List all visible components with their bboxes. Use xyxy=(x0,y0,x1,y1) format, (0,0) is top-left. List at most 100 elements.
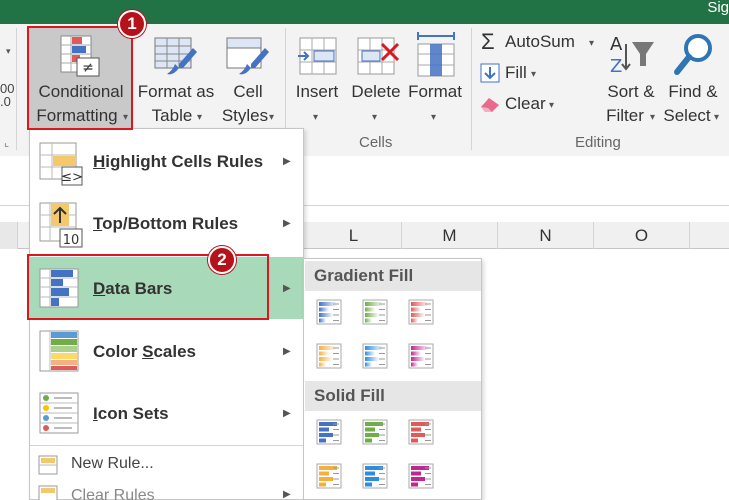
svg-text:≤>: ≤> xyxy=(61,170,83,185)
format-as-table-icon xyxy=(154,37,197,75)
window-title: Sig xyxy=(707,0,729,16)
group-separator xyxy=(16,28,17,150)
chevron-right-icon: ▶ xyxy=(283,156,291,167)
menu-item-icon-sets[interactable]: Icon Sets ▶ xyxy=(30,383,303,445)
menu-divider xyxy=(30,445,303,446)
fill-label: Fill xyxy=(505,63,527,82)
sort-filter-label-2: Filter xyxy=(606,106,644,125)
data-bar-gradient-6-icon[interactable] xyxy=(408,343,434,369)
insert-button[interactable]: Insert ▾ xyxy=(290,28,344,130)
gradient-fill-header: Gradient Fill xyxy=(305,261,481,291)
svg-text:Z: Z xyxy=(610,56,622,77)
menu-item-new-rule[interactable]: New Rule... xyxy=(30,451,303,479)
format-as-table-label-1: Format as xyxy=(137,82,215,101)
data-bar-solid-3-icon[interactable] xyxy=(408,419,434,445)
title-bar: Sig xyxy=(0,0,729,24)
data-bar-solid-4-icon[interactable] xyxy=(316,463,342,489)
magnifier-icon xyxy=(674,34,712,75)
cell-styles-label-1: Cell xyxy=(233,82,263,101)
chevron-down-icon: ▾ xyxy=(650,112,656,123)
menu-item-label: Top/Bottom Rules xyxy=(93,214,239,233)
color-scales-icon xyxy=(39,330,79,372)
number-format-fragment: 00.0 xyxy=(0,81,15,109)
fill-button[interactable]: Fill ▾ xyxy=(479,61,549,87)
delete-label: Delete xyxy=(351,82,401,101)
chevron-right-icon: ▶ xyxy=(283,283,291,294)
chevron-down-icon: ▾ xyxy=(372,112,378,123)
menu-item-label: Color Scales xyxy=(93,342,196,361)
callout-badge-2: 2 xyxy=(208,246,236,274)
format-cells-icon xyxy=(417,32,455,77)
top-bottom-icon: 10 xyxy=(39,202,83,248)
editing-group-label: Editing xyxy=(575,134,621,151)
column-header-o[interactable]: O xyxy=(594,222,690,249)
delete-button[interactable]: Delete ▾ xyxy=(348,28,404,130)
data-bar-gradient-1-icon[interactable] xyxy=(316,299,342,325)
chevron-down-icon: ▾ xyxy=(531,69,537,80)
column-header-m[interactable]: M xyxy=(402,222,498,249)
chevron-down-icon: ▾ xyxy=(549,100,555,111)
delete-cells-icon xyxy=(357,37,400,75)
eraser-icon xyxy=(481,98,499,112)
cell-styles-label-2: Styles xyxy=(221,106,269,125)
chevron-down-icon: ▾ xyxy=(197,112,203,123)
chevron-down-icon: ▾ xyxy=(714,112,720,123)
clear-button[interactable]: Clear ▾ xyxy=(479,92,561,118)
data-bar-solid-2-icon[interactable] xyxy=(362,419,388,445)
chevron-down-icon: ▾ xyxy=(269,112,275,123)
data-bar-gradient-5-icon[interactable] xyxy=(362,343,388,369)
data-bar-solid-6-icon[interactable] xyxy=(408,463,434,489)
solid-fill-header: Solid Fill xyxy=(305,381,481,411)
data-bars-submenu: Gradient Fill Solid Fill xyxy=(303,258,482,500)
format-label: Format xyxy=(408,82,462,101)
column-header-l[interactable]: L xyxy=(306,222,402,249)
sigma-icon: Σ xyxy=(481,29,495,54)
menu-item-label: Highlight Cells Rules xyxy=(93,152,264,171)
dialog-launcher-icon[interactable]: ⌞ xyxy=(4,136,9,149)
find-select-button[interactable]: Find & Select ▾ xyxy=(662,28,724,130)
menu-item-color-scales[interactable]: Color Scales ▶ xyxy=(30,321,303,381)
icon-sets-icon xyxy=(39,392,79,434)
chevron-right-icon: ▶ xyxy=(283,408,291,419)
insert-cells-icon xyxy=(298,37,337,75)
autosum-label: AutoSum xyxy=(505,32,575,51)
data-bar-gradient-4-icon[interactable] xyxy=(316,343,342,369)
cell-styles-icon xyxy=(226,37,269,75)
new-rule-label: New Rule... xyxy=(71,455,154,472)
svg-text:10: 10 xyxy=(63,233,80,248)
fill-down-icon xyxy=(480,63,500,83)
find-select-label-1: Find & xyxy=(668,82,718,101)
sort-filter-button[interactable]: A Z Sort & Filter ▾ xyxy=(600,28,662,130)
cells-group-label: Cells xyxy=(359,134,393,151)
cell-styles-button[interactable]: Cell Styles ▾ xyxy=(217,28,279,130)
menu-item-clear-rules[interactable]: Clear Rules ▶ xyxy=(30,483,303,500)
chevron-right-icon: ▶ xyxy=(283,346,291,357)
format-button[interactable]: Format ▾ xyxy=(404,28,466,130)
chevron-down-icon: ▾ xyxy=(313,112,319,123)
callout-badge-1: 1 xyxy=(118,10,146,38)
chevron-right-icon: ▶ xyxy=(283,489,291,500)
sort-filter-label-1: Sort & xyxy=(607,82,655,101)
dropdown-arrow-icon[interactable]: ▾ xyxy=(6,46,11,57)
data-bar-gradient-2-icon[interactable] xyxy=(362,299,388,325)
clear-label: Clear xyxy=(505,94,546,113)
data-bar-solid-5-icon[interactable] xyxy=(362,463,388,489)
callout-box-conditional-formatting xyxy=(27,26,133,130)
group-separator xyxy=(471,28,472,150)
autosum-button[interactable]: Σ AutoSum ▾ xyxy=(479,29,599,56)
chevron-right-icon: ▶ xyxy=(283,218,291,229)
data-bar-gradient-3-icon[interactable] xyxy=(408,299,434,325)
select-all-corner[interactable] xyxy=(0,222,18,249)
data-bar-solid-1-icon[interactable] xyxy=(316,419,342,445)
clear-rules-label: Clear Rules xyxy=(71,487,155,500)
svg-text:A: A xyxy=(610,34,623,55)
insert-label: Insert xyxy=(295,82,339,101)
find-select-label-2: Select xyxy=(663,106,711,125)
chevron-down-icon: ▾ xyxy=(431,112,437,123)
sort-filter-icon: A Z xyxy=(610,34,654,77)
column-header-n[interactable]: N xyxy=(498,222,594,249)
highlight-cells-icon: ≤> xyxy=(39,142,83,186)
menu-item-top-bottom-rules[interactable]: 10 Top/Bottom Rules ▶ xyxy=(30,193,303,253)
format-as-table-button[interactable]: Format as Table ▾ xyxy=(135,28,217,130)
menu-item-highlight-cells-rules[interactable]: ≤> Highlight Cells Rules ▶ xyxy=(30,131,303,191)
